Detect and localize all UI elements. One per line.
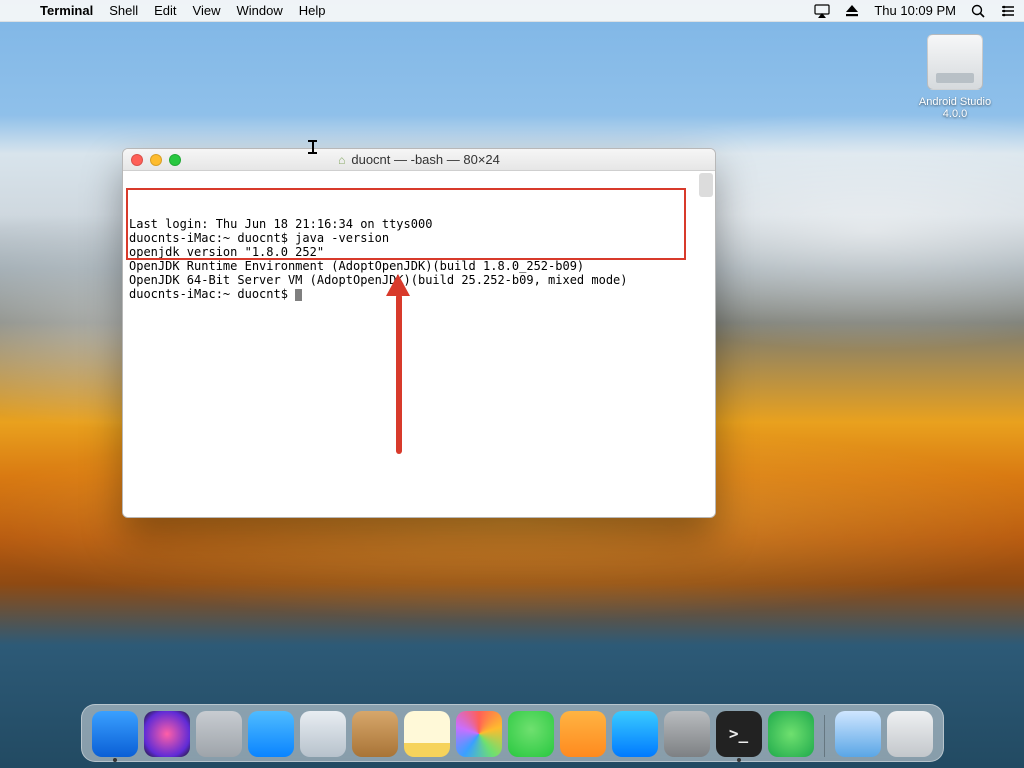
terminal-window[interactable]: ⌂ duocnt — -bash — 80×24 Last login: Thu… xyxy=(122,148,716,518)
window-close-button[interactable] xyxy=(131,154,143,166)
annotation-arrow xyxy=(386,274,410,454)
menu-help[interactable]: Help xyxy=(299,3,326,18)
terminal-line: OpenJDK 64-Bit Server VM (AdoptOpenJDK)(… xyxy=(129,273,709,287)
dock-separator xyxy=(824,715,825,757)
menu-clock[interactable]: Thu 10:09 PM xyxy=(874,3,956,18)
menu-window[interactable]: Window xyxy=(237,3,283,18)
dock-app-safari[interactable] xyxy=(248,711,294,757)
dock-app-mail[interactable] xyxy=(300,711,346,757)
menu-bar: Terminal Shell Edit View Window Help Thu… xyxy=(0,0,1024,22)
window-zoom-button[interactable] xyxy=(169,154,181,166)
desktop-volume-android-studio[interactable]: Android Studio 4.0.0 xyxy=(910,34,1000,120)
dock-app-trash[interactable] xyxy=(887,711,933,757)
terminal-content[interactable]: Last login: Thu Jun 18 21:16:34 on ttys0… xyxy=(123,171,715,517)
home-folder-icon: ⌂ xyxy=(338,153,345,167)
apple-menu-icon[interactable] xyxy=(8,3,24,19)
terminal-line: duocnts-iMac:~ duocnt$ xyxy=(129,287,709,301)
spotlight-icon[interactable] xyxy=(970,3,986,19)
eject-icon[interactable] xyxy=(844,3,860,19)
window-title: duocnt — -bash — 80×24 xyxy=(351,152,500,167)
menu-view[interactable]: View xyxy=(193,3,221,18)
menu-shell[interactable]: Shell xyxy=(109,3,138,18)
airplay-icon[interactable] xyxy=(814,3,830,19)
dock-app-appstore[interactable] xyxy=(612,711,658,757)
dock-app-messages[interactable] xyxy=(508,711,554,757)
dock-app-contacts[interactable] xyxy=(352,711,398,757)
menu-app-name[interactable]: Terminal xyxy=(40,3,93,18)
dock-app-siri[interactable] xyxy=(144,711,190,757)
dock-app-sysprefs[interactable] xyxy=(664,711,710,757)
dock-app-vbox[interactable] xyxy=(835,711,881,757)
terminal-line: OpenJDK Runtime Environment (AdoptOpenJD… xyxy=(129,259,709,273)
scrollbar-thumb[interactable] xyxy=(699,173,713,197)
dock xyxy=(81,704,944,762)
dock-app-photos[interactable] xyxy=(456,711,502,757)
dock-app-ibooks[interactable] xyxy=(560,711,606,757)
dock-app-notes[interactable] xyxy=(404,711,450,757)
desktop-icon-label: Android Studio 4.0.0 xyxy=(910,96,1000,120)
terminal-line: Last login: Thu Jun 18 21:16:34 on ttys0… xyxy=(129,217,709,231)
terminal-cursor xyxy=(295,289,302,301)
menu-edit[interactable]: Edit xyxy=(154,3,176,18)
window-titlebar[interactable]: ⌂ duocnt — -bash — 80×24 xyxy=(123,149,715,171)
disk-image-icon xyxy=(927,34,983,90)
dock-app-finder[interactable] xyxy=(92,711,138,757)
dock-app-launchpad[interactable] xyxy=(196,711,242,757)
terminal-line: duocnts-iMac:~ duocnt$ java -version xyxy=(129,231,709,245)
ibeam-cursor-icon xyxy=(308,140,317,154)
terminal-line: openjdk version "1.8.0_252" xyxy=(129,245,709,259)
notification-center-icon[interactable] xyxy=(1000,3,1016,19)
window-minimize-button[interactable] xyxy=(150,154,162,166)
dock-app-androidstudio[interactable] xyxy=(768,711,814,757)
dock-app-terminal[interactable] xyxy=(716,711,762,757)
